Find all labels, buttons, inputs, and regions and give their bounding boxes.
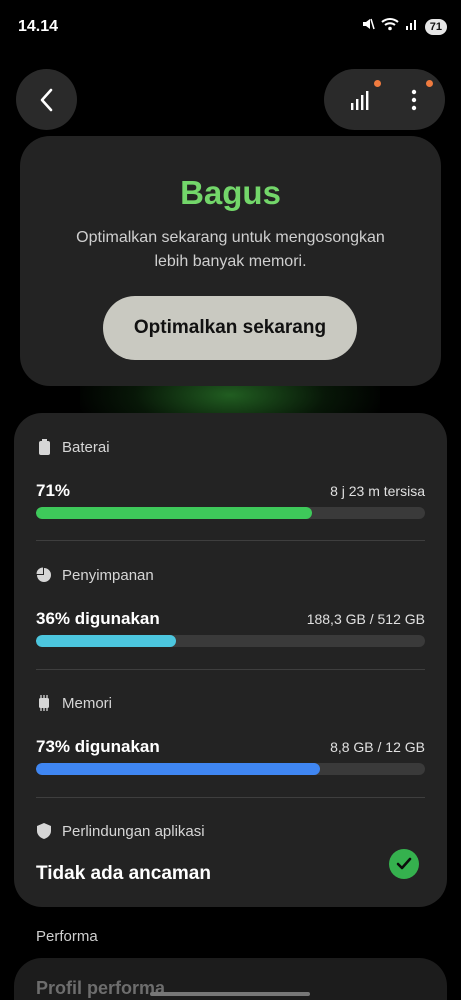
usage-stats-button[interactable] [330, 69, 390, 130]
storage-detail: 188,3 GB / 512 GB [306, 611, 425, 627]
device-care-screen: 14.14 71 Bagus Optimalkan sekarang untuk… [0, 0, 461, 1000]
memory-section[interactable]: Memori 73% digunakan 8,8 GB / 12 GB [36, 693, 425, 803]
mute-icon [361, 17, 375, 36]
storage-bar-fill [36, 635, 177, 647]
back-button[interactable] [16, 69, 77, 130]
notification-dot [374, 80, 381, 87]
battery-value: 71% [36, 481, 71, 500]
pie-chart-icon [36, 567, 52, 583]
notification-dot [426, 80, 433, 87]
battery-bar-fill [36, 507, 313, 519]
storage-section[interactable]: Penyimpanan 36% digunakan 188,3 GB / 512… [36, 565, 425, 675]
status-icons: 71 [361, 17, 447, 36]
app-protection-value: Tidak ada ancaman [36, 863, 211, 884]
status-time: 14.14 [18, 18, 59, 35]
performance-section-label: Performa [36, 928, 98, 945]
memory-label: Memori [62, 694, 113, 712]
signal-icon [405, 17, 419, 36]
divider [36, 797, 425, 798]
memory-bar [36, 763, 425, 775]
battery-label: Baterai [62, 438, 110, 456]
storage-value: 36% digunakan [36, 609, 160, 628]
bar-chart-icon [351, 90, 369, 110]
shield-icon [36, 823, 52, 839]
app-protection-label: Perlindungan aplikasi [62, 822, 205, 840]
divider [36, 540, 425, 541]
check-circle-icon [389, 849, 419, 879]
status-card: Bagus Optimalkan sekarang untuk mengoson… [20, 136, 441, 386]
battery-detail: 8 j 23 m tersisa [330, 483, 425, 499]
chip-icon [36, 695, 52, 711]
memory-detail: 8,8 GB / 12 GB [330, 739, 425, 755]
storage-label: Penyimpanan [62, 566, 154, 584]
battery-icon [36, 439, 52, 455]
app-protection-section[interactable]: Perlindungan aplikasi Tidak ada ancaman [36, 821, 425, 891]
optimize-now-button[interactable]: Optimalkan sekarang [103, 296, 357, 360]
status-bar: 14.14 71 [0, 0, 461, 56]
chevron-left-icon [40, 88, 52, 111]
storage-bar [36, 635, 425, 647]
memory-bar-fill [36, 763, 320, 775]
status-description: Optimalkan sekarang untuk mengosongkan l… [76, 229, 385, 270]
battery-section[interactable]: Baterai 71% 8 j 23 m tersisa [36, 437, 425, 547]
battery-icon: 71 [424, 18, 447, 35]
performance-profile-title: Profil performa [36, 978, 166, 998]
more-options-button[interactable] [384, 69, 444, 130]
header-actions [324, 69, 445, 130]
battery-bar [36, 507, 425, 519]
status-title: Bagus [180, 174, 281, 211]
more-vertical-icon [411, 89, 417, 110]
stats-card: Baterai 71% 8 j 23 m tersisa Penyimpanan… [14, 413, 447, 907]
memory-value: 73% digunakan [36, 737, 160, 756]
wifi-icon [381, 17, 399, 36]
home-indicator[interactable] [150, 992, 310, 996]
divider [36, 669, 425, 670]
